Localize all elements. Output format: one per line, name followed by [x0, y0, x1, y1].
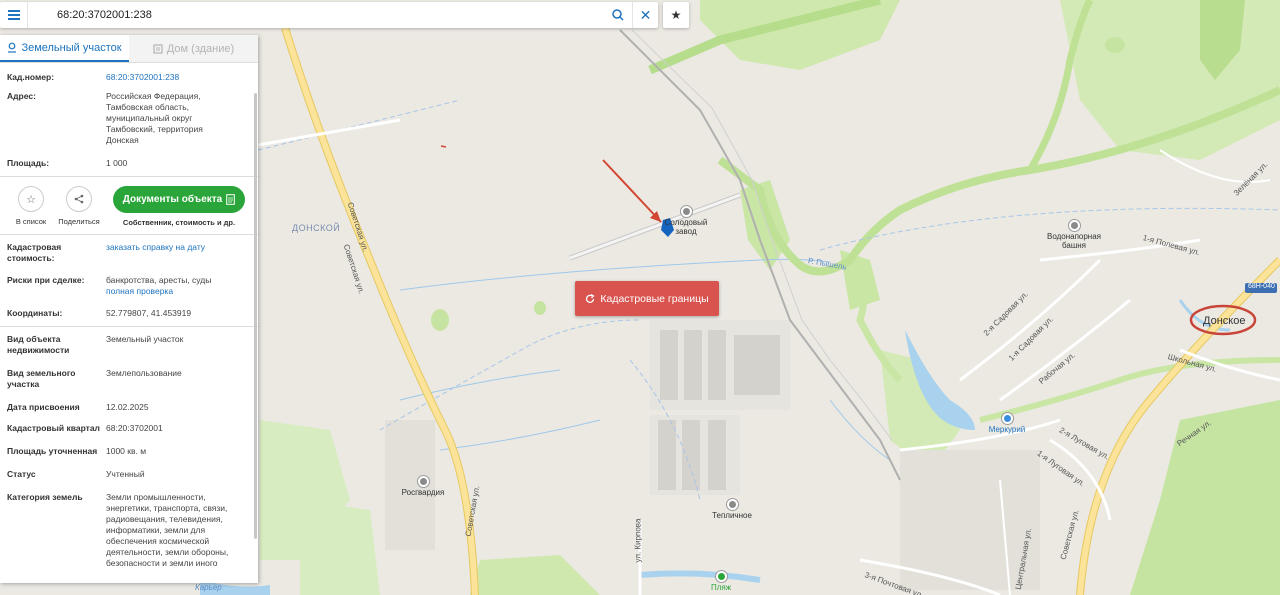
tower-icon: [1068, 220, 1080, 231]
quarry-label: Карьер: [195, 583, 222, 592]
action-bar: ☆ В список Поделиться Документы объекта …: [7, 180, 252, 231]
poi-teplichnoe[interactable]: Тепличное: [707, 499, 757, 520]
cad-number-link[interactable]: 68:20:3702001:238: [106, 72, 252, 83]
beach-icon: [715, 571, 727, 582]
info-row-cad-cost: Кадастровая стоимость: заказать справку …: [7, 238, 252, 268]
attr-row: Кадастровый квартал 68:20:3702001: [7, 423, 163, 433]
full-check-link[interactable]: полная проверка: [106, 286, 252, 297]
info-row-risks: Риски при сделке: банкротства, аресты, с…: [7, 268, 252, 301]
poi-malt-factory[interactable]: Солодовый завод: [656, 206, 716, 236]
panel-tabs: Земельный участок Дом (здание): [0, 35, 258, 63]
parcel-icon: [8, 42, 17, 53]
divider: [0, 176, 258, 177]
documents-block: Документы объекта Собственник, стоимость…: [113, 186, 245, 227]
refresh-icon: [586, 293, 595, 303]
attr-row: Категория земель Земли промышленности, э…: [7, 492, 229, 568]
road-code-badge: 68Н-040: [1248, 283, 1275, 290]
search-bar: ✕: [0, 2, 658, 28]
tab-building[interactable]: Дом (здание): [129, 35, 258, 62]
panel-scrollbar[interactable]: [254, 93, 257, 539]
tab-land-plot[interactable]: Земельный участок: [0, 35, 129, 62]
star-outline-icon: ☆: [18, 186, 44, 212]
attr-row: Площадь уточненная 1000 кв. м: [7, 446, 147, 456]
attr-row: Дата присвоения 12.02.2025: [7, 402, 149, 412]
info-row-cad-number: Кад.номер: 68:20:3702001:238: [7, 63, 252, 87]
search-input[interactable]: [28, 3, 608, 27]
documents-subtitle: Собственник, стоимость и др.: [122, 218, 236, 227]
info-row-coordinates: Координаты: 52.779807, 41.453919: [7, 308, 192, 318]
documents-button[interactable]: Документы объекта: [113, 186, 245, 213]
document-icon: [226, 194, 236, 205]
menu-button[interactable]: [0, 2, 28, 28]
order-report-link[interactable]: заказать справку на дату: [106, 242, 252, 264]
attr-row: Вид объекта недвижимости Земельный участ…: [7, 334, 184, 355]
info-row-address: Адрес: Российская Федерация, Тамбовская …: [7, 91, 203, 145]
poi-rosgvardia[interactable]: Росгвардия: [398, 476, 448, 497]
village-label: Донское: [1203, 315, 1246, 327]
district-label: ДОНСКОЙ: [292, 223, 341, 233]
shop-icon: [1001, 413, 1013, 424]
poi-merkury[interactable]: Меркурий: [982, 413, 1032, 434]
cadastral-borders-button[interactable]: Кадастровые границы: [575, 281, 719, 316]
poi-water-tower[interactable]: Водонапорная башня: [1044, 220, 1104, 250]
attr-row: Статус Учтенный: [7, 469, 145, 479]
guard-icon: [417, 476, 429, 487]
search-icon[interactable]: [608, 2, 628, 28]
building-icon: [153, 43, 163, 54]
hamburger-icon: [7, 14, 20, 16]
share-button[interactable]: Поделиться: [55, 186, 103, 226]
attr-row: Вид земельного участка Землепользование: [7, 368, 182, 389]
favorites-button[interactable]: ★: [663, 2, 689, 28]
share-icon: [66, 186, 92, 212]
divider: [0, 234, 258, 235]
star-icon: ★: [670, 8, 682, 22]
greenhouse-icon: [726, 499, 738, 510]
clear-search-button[interactable]: ✕: [632, 2, 658, 28]
info-row-area: Площадь: 1 000: [7, 158, 128, 168]
object-info-panel: Земельный участок Дом (здание) Кад.номер…: [0, 35, 258, 583]
divider: [0, 326, 258, 327]
add-to-list-button[interactable]: ☆ В список: [7, 186, 55, 226]
panel-body[interactable]: Кад.номер: 68:20:3702001:238 Адрес: Росс…: [0, 63, 258, 583]
street-label: ул. Кирпова: [633, 518, 643, 563]
close-icon: ✕: [639, 6, 652, 23]
factory-icon: [680, 206, 692, 217]
poi-beach[interactable]: Пляж: [700, 571, 742, 592]
